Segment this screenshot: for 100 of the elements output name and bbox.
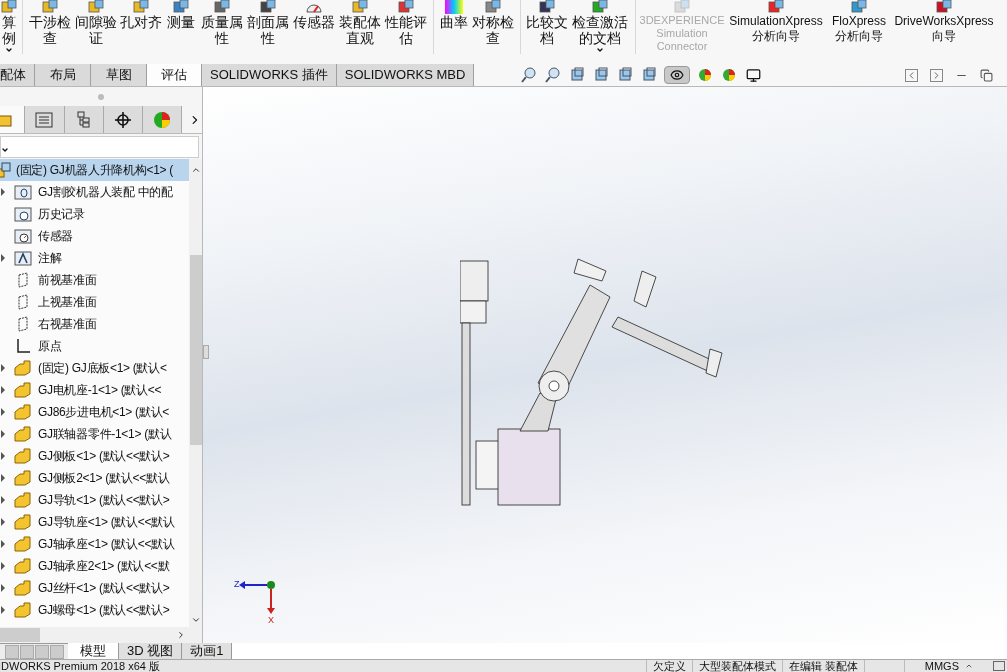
ribbon-button[interactable]: 干涉检查 <box>27 0 73 54</box>
part-icon <box>14 404 32 420</box>
caret-icon <box>5 46 13 54</box>
expand-arrow-icon[interactable] <box>0 540 6 548</box>
scrollbar-thumb[interactable] <box>189 255 202 445</box>
tree-item[interactable]: GJ86步进电机<1> (默认< <box>0 401 189 423</box>
ribbon-button[interactable]: 性能评估 <box>383 0 429 54</box>
expand-arrow-icon[interactable] <box>0 188 6 196</box>
ribbon-button[interactable]: DriveWorksXpress 向导 <box>890 0 998 54</box>
expand-arrow-icon[interactable] <box>0 364 6 372</box>
filter-field[interactable] <box>0 136 199 158</box>
expand-arrow-icon[interactable] <box>0 584 6 592</box>
cube-icon <box>673 0 691 14</box>
graphics-area[interactable]: Z X <box>203 87 1007 643</box>
tree-item[interactable]: GJ侧板<1> (默认<<默认> <box>0 445 189 467</box>
units-selector[interactable]: MMGS <box>903 660 993 672</box>
ribbon-button[interactable]: FloXpress 分析向导 <box>828 0 890 54</box>
tree-item[interactable]: GJ导轨<1> (默认<<默认> <box>0 489 189 511</box>
tree-item[interactable]: GJ联轴器零件-1<1> (默认 <box>0 423 189 445</box>
expand-arrow-icon[interactable] <box>0 562 6 570</box>
view-tab[interactable]: 动画1 <box>182 643 233 659</box>
cube-icon <box>397 0 415 14</box>
expand-arrow-icon[interactable] <box>0 474 6 482</box>
splitter-handle[interactable] <box>203 345 209 359</box>
tree-item[interactable]: (固定) GJ底板<1> (默认< <box>0 357 189 379</box>
ribbon-button[interactable]: 质量属性 <box>199 0 245 54</box>
view-orientation-icon[interactable] <box>616 66 635 84</box>
ribbon-button[interactable]: 对称检查 <box>470 0 516 54</box>
tree-item[interactable]: 历史记录 <box>0 203 189 225</box>
tree-item[interactable]: GJ螺母<1> (默认<<默认> <box>0 599 189 621</box>
expand-arrow-icon[interactable] <box>0 518 6 526</box>
tree-item-label: (固定) GJ底板<1> (默认< <box>38 360 167 377</box>
color-ball-icon <box>152 110 173 129</box>
tree-item[interactable]: GJ电机座-1<1> (默认<< <box>0 379 189 401</box>
display-style-icon[interactable] <box>640 66 659 84</box>
origin-dot <box>267 581 275 589</box>
expand-arrow-icon[interactable] <box>0 408 6 416</box>
tree-item-label: GJ螺母<1> (默认<<默认> <box>38 602 170 619</box>
tree-item[interactable]: 传感器 <box>0 225 189 247</box>
ribbon-button[interactable]: 传感器 <box>291 0 337 54</box>
status-field: 大型装配体模式 <box>691 660 782 672</box>
rebuild-icon[interactable] <box>993 661 1005 671</box>
tile-right-icon[interactable] <box>930 68 943 82</box>
tree-item[interactable]: 右视基准面 <box>0 313 189 335</box>
expand-arrow-icon[interactable] <box>0 430 6 438</box>
expand-arrow-icon[interactable] <box>0 254 6 262</box>
ribbon-button[interactable]: 间隙验证 <box>73 0 119 54</box>
expand-arrow-icon[interactable] <box>0 452 6 460</box>
tree-item-label: GJ轴承座<1> (默认<<默认 <box>38 536 175 553</box>
ribbon-button[interactable]: 曲率 <box>438 0 470 54</box>
command-tab[interactable]: 评估 <box>147 64 202 86</box>
previous-view-icon[interactable] <box>568 66 587 84</box>
tile-left-icon[interactable] <box>905 68 918 82</box>
tree-item[interactable]: GJ轴承座<1> (默认<<默认 <box>0 533 189 555</box>
tree-item[interactable]: (固定) GJ机器人升降机构<1> ( <box>0 159 189 181</box>
caret-icon <box>596 46 604 54</box>
section-view-icon[interactable] <box>592 66 611 84</box>
scroll-right-icon[interactable] <box>176 630 186 640</box>
scrollbar-thumb[interactable] <box>0 628 40 642</box>
zoom-area-icon[interactable] <box>544 66 563 84</box>
tree-item[interactable]: GJ割胶机器人装配 中的配 <box>0 181 189 203</box>
tree-item[interactable]: 注解 <box>0 247 189 269</box>
part-icon <box>14 492 32 508</box>
hide-show-icon[interactable] <box>664 66 691 84</box>
expand-arrow-icon[interactable] <box>0 386 6 394</box>
zoom-fit-icon[interactable] <box>520 66 539 84</box>
ribbon-button[interactable]: 检查激活的文档 <box>569 0 631 54</box>
ribbon-button[interactable]: 孔对齐 <box>119 0 163 54</box>
ribbon-button[interactable]: 剖面属性 <box>245 0 291 54</box>
command-tab[interactable]: SOLIDWORKS MBD <box>336 64 475 86</box>
horizontal-scrollbar[interactable] <box>0 627 202 643</box>
tree-item[interactable]: GJ丝杆<1> (默认<<默认> <box>0 577 189 599</box>
tree-item[interactable]: 前视基准面 <box>0 269 189 291</box>
cube-icon <box>0 0 18 14</box>
tree-item[interactable]: GJ轴承座2<1> (默认<<默 <box>0 555 189 577</box>
ribbon-button[interactable]: 算例 <box>0 0 18 54</box>
ribbon-button[interactable]: 比较文档 <box>525 0 569 54</box>
tree-item[interactable]: GJ侧板2<1> (默认<<默认 <box>0 467 189 489</box>
tree-item[interactable]: 上视基准面 <box>0 291 189 313</box>
command-tab[interactable]: 布局 <box>35 64 91 86</box>
panel-tab[interactable] <box>103 106 143 133</box>
tree-item[interactable]: 原点 <box>0 335 189 357</box>
restore-icon[interactable] <box>980 68 993 82</box>
view-tab[interactable]: 模型 <box>68 643 119 659</box>
expand-arrow-icon[interactable] <box>0 606 6 614</box>
monitor-icon[interactable] <box>744 66 763 84</box>
command-tab[interactable]: 草图 <box>91 64 147 86</box>
command-tab[interactable]: SOLIDWORKS 插件 <box>202 64 337 86</box>
expand-arrow-icon[interactable] <box>0 496 6 504</box>
view-tab[interactable]: 3D 视图 <box>119 643 183 659</box>
tree-item[interactable]: GJ导轨座<1> (默认<<默认 <box>0 511 189 533</box>
panel-grip-icon[interactable] <box>98 93 104 100</box>
part-icon <box>14 448 32 464</box>
ribbon-button[interactable]: 装配体直观 <box>337 0 383 54</box>
ribbon-button[interactable]: SimulationXpress 分析向导 <box>724 0 828 54</box>
vertical-scrollbar[interactable] <box>189 159 202 627</box>
scroll-up-icon[interactable] <box>190 165 201 175</box>
command-tab[interactable]: 配体 <box>0 64 35 86</box>
scroll-down-icon[interactable] <box>190 615 201 625</box>
ribbon-button[interactable]: 测量 <box>163 0 199 54</box>
